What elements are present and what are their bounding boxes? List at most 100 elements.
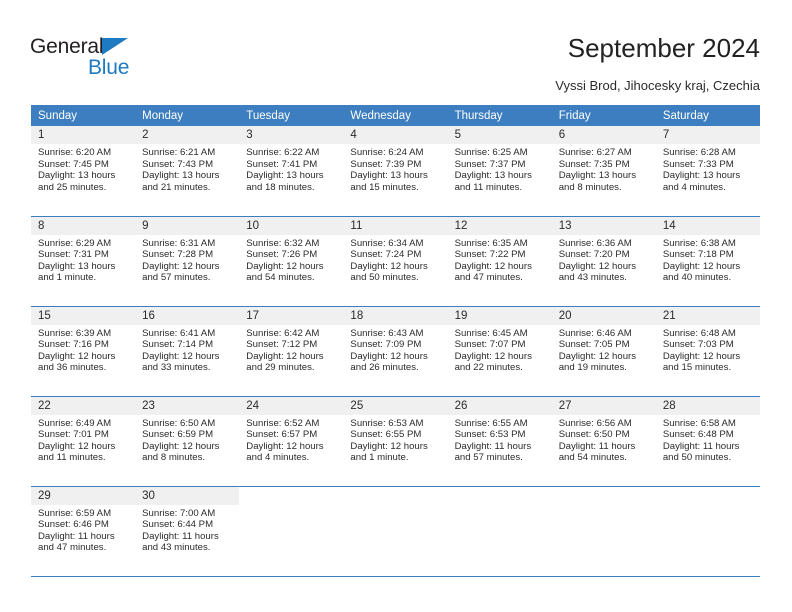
day-details: Sunrise: 6:24 AM Sunset: 7:39 PM Daylight:…: [343, 144, 447, 193]
detail-line-daylight2: and 26 minutes.: [350, 362, 419, 374]
calendar-day-cell[interactable]: 29 Sunrise: 6:59 AM Sunset: 6:46 PM Dayligh…: [31, 486, 136, 577]
calendar-day-cell[interactable]: 17 Sunrise: 6:42 AM Sunset: 7:12 PM Dayligh…: [239, 306, 344, 397]
day-cell-inner: [239, 486, 344, 576]
detail-line-sunrise: Sunrise: 6:32 AM: [246, 237, 320, 249]
day-cell-inner: 13 Sunrise: 6:36 AM Sunset: 7:20 PM Dayligh…: [551, 216, 656, 306]
detail-line-daylight2: and 4 minutes.: [662, 181, 726, 193]
calendar-day-cell[interactable]: 6 Sunrise: 6:27 AM Sunset: 7:35 PM Daylight…: [551, 126, 656, 217]
day-cell-inner: 20 Sunrise: 6:46 AM Sunset: 7:05 PM Dayligh…: [551, 306, 656, 396]
day-details: Sunrise: 6:53 AM Sunset: 6:55 PM Daylight:…: [343, 415, 447, 464]
detail-line-daylight1: Daylight: 13 hours: [454, 170, 532, 182]
calendar-day-cell[interactable]: 21 Sunrise: 6:48 AM Sunset: 7:03 PM Dayligh…: [655, 306, 760, 397]
calendar-day-cell[interactable]: 12 Sunrise: 6:35 AM Sunset: 7:22 PM Dayligh…: [447, 216, 552, 307]
detail-line-daylight1: Daylight: 11 hours: [558, 440, 636, 452]
calendar-day-cell[interactable]: 9 Sunrise: 6:31 AM Sunset: 7:28 PM Daylight…: [135, 216, 240, 307]
detail-line-daylight1: Daylight: 13 hours: [38, 170, 116, 182]
day-number: 22: [31, 396, 136, 415]
calendar-day-cell[interactable]: 10 Sunrise: 6:32 AM Sunset: 7:26 PM Dayligh…: [239, 216, 344, 307]
calendar-day-cell[interactable]: 8 Sunrise: 6:29 AM Sunset: 7:31 PM Daylight…: [31, 216, 136, 307]
detail-line-daylight1: Daylight: 12 hours: [662, 350, 741, 362]
day-cell-inner: 4 Sunrise: 6:24 AM Sunset: 7:39 PM Daylight…: [343, 126, 448, 216]
logo-text-blue: Blue: [88, 56, 130, 79]
detail-line-daylight1: Daylight: 13 hours: [558, 170, 637, 182]
day-number: 7: [655, 126, 760, 144]
day-cell-inner: [447, 486, 552, 576]
calendar-day-cell[interactable]: 15 Sunrise: 6:39 AM Sunset: 7:16 PM Dayligh…: [31, 306, 136, 397]
day-number: [655, 486, 760, 505]
detail-line-sunset: Sunset: 7:24 PM: [350, 249, 422, 261]
detail-line-sunset: Sunset: 7:26 PM: [246, 249, 318, 261]
detail-line-daylight1: Daylight: 12 hours: [454, 260, 532, 272]
calendar-day-cell[interactable]: 20 Sunrise: 6:46 AM Sunset: 7:05 PM Dayligh…: [551, 306, 656, 397]
day-number: 23: [135, 396, 240, 415]
day-number: [343, 486, 448, 505]
calendar-day-cell[interactable]: 7 Sunrise: 6:28 AM Sunset: 7:33 PM Daylight…: [655, 126, 760, 217]
calendar-day-cell[interactable]: 28 Sunrise: 6:58 AM Sunset: 6:48 PM Dayligh…: [655, 396, 760, 487]
day-cell-inner: 5 Sunrise: 6:25 AM Sunset: 7:37 PM Daylight…: [447, 126, 552, 216]
calendar-day-cell[interactable]: 24 Sunrise: 6:52 AM Sunset: 6:57 PM Dayligh…: [239, 396, 344, 487]
calendar-day-cell[interactable]: 2 Sunrise: 6:21 AM Sunset: 7:43 PM Daylight…: [135, 126, 240, 217]
day-details: Sunrise: 6:36 AM Sunset: 7:20 PM Daylight:…: [552, 235, 656, 284]
day-number: 13: [551, 216, 656, 235]
calendar-day-cell[interactable]: 27 Sunrise: 6:56 AM Sunset: 6:50 PM Dayligh…: [551, 396, 656, 487]
day-number: 14: [655, 216, 760, 235]
day-cell-inner: 23 Sunrise: 6:50 AM Sunset: 6:59 PM Dayligh…: [135, 396, 240, 486]
detail-line-daylight1: Daylight: 12 hours: [38, 350, 116, 362]
detail-line-daylight1: Daylight: 12 hours: [246, 260, 324, 272]
day-cell-inner: 16 Sunrise: 6:41 AM Sunset: 7:14 PM Dayligh…: [135, 306, 240, 396]
day-cell-inner: 30 Sunrise: 7:00 AM Sunset: 6:44 PM Dayligh…: [135, 486, 240, 576]
detail-line-daylight1: Daylight: 13 hours: [38, 260, 116, 272]
detail-line-sunrise: Sunrise: 6:22 AM: [246, 147, 320, 158]
detail-line-sunset: Sunset: 7:14 PM: [142, 339, 214, 351]
calendar-day-cell[interactable]: 23 Sunrise: 6:50 AM Sunset: 6:59 PM Dayligh…: [135, 396, 240, 487]
calendar-week-row: 15 Sunrise: 6:39 AM Sunset: 7:16 PM Dayligh…: [31, 306, 760, 397]
day-number: 2: [135, 126, 240, 144]
detail-line-sunrise: Sunrise: 6:53 AM: [350, 417, 424, 429]
detail-line-sunset: Sunset: 7:03 PM: [662, 339, 734, 351]
detail-line-sunset: Sunset: 6:46 PM: [38, 519, 109, 531]
calendar-day-cell[interactable]: 13 Sunrise: 6:36 AM Sunset: 7:20 PM Dayligh…: [551, 216, 656, 307]
detail-line-daylight1: Daylight: 13 hours: [142, 170, 220, 182]
day-cell-inner: 10 Sunrise: 6:32 AM Sunset: 7:26 PM Dayligh…: [239, 216, 344, 306]
detail-line-daylight1: Daylight: 11 hours: [454, 440, 532, 452]
detail-line-sunrise: Sunrise: 6:42 AM: [246, 327, 320, 339]
detail-line-daylight1: Daylight: 12 hours: [246, 350, 324, 362]
detail-line-sunset: Sunset: 7:05 PM: [558, 339, 630, 351]
calendar-day-cell[interactable]: 4 Sunrise: 6:24 AM Sunset: 7:39 PM Daylight…: [343, 126, 448, 217]
calendar-day-cell[interactable]: 19 Sunrise: 6:45 AM Sunset: 7:07 PM Dayligh…: [447, 306, 552, 397]
calendar-day-cell[interactable]: 1 Sunrise: 6:20 AM Sunset: 7:45 PM Daylight…: [31, 126, 136, 217]
detail-line-sunset: Sunset: 7:35 PM: [558, 158, 630, 170]
day-details: Sunrise: 6:25 AM Sunset: 7:37 PM Daylight:…: [448, 144, 552, 193]
day-cell-inner: 3 Sunrise: 6:22 AM Sunset: 7:41 PM Daylight…: [239, 126, 344, 216]
detail-line-sunset: Sunset: 6:44 PM: [142, 519, 214, 531]
calendar-day-cell[interactable]: 14 Sunrise: 6:38 AM Sunset: 7:18 PM Dayligh…: [655, 216, 760, 307]
calendar-day-cell[interactable]: 3 Sunrise: 6:22 AM Sunset: 7:41 PM Daylight…: [239, 126, 344, 217]
day-details: Sunrise: 6:27 AM Sunset: 7:35 PM Daylight:…: [552, 144, 656, 193]
day-details: Sunrise: 6:22 AM Sunset: 7:41 PM Daylight:…: [239, 144, 343, 193]
day-details: Sunrise: 6:49 AM Sunset: 7:01 PM Daylight:…: [31, 415, 135, 464]
detail-line-sunset: Sunset: 7:43 PM: [142, 158, 214, 170]
calendar-day-cell[interactable]: 25 Sunrise: 6:53 AM Sunset: 6:55 PM Dayligh…: [343, 396, 448, 487]
calendar-week-row: 29 Sunrise: 6:59 AM Sunset: 6:46 PM Dayligh…: [31, 486, 760, 577]
detail-line-sunrise: Sunrise: 6:31 AM: [142, 237, 216, 249]
day-number: 11: [343, 216, 448, 235]
day-details: Sunrise: 6:41 AM Sunset: 7:14 PM Daylight:…: [135, 325, 239, 374]
detail-line-sunrise: Sunrise: 6:34 AM: [350, 237, 424, 249]
detail-line-sunset: Sunset: 7:28 PM: [142, 249, 214, 261]
calendar-day-cell[interactable]: 5 Sunrise: 6:25 AM Sunset: 7:37 PM Daylight…: [447, 126, 552, 217]
day-cell-inner: 1 Sunrise: 6:20 AM Sunset: 7:45 PM Daylight…: [31, 126, 136, 216]
weekday-header-saturday: Saturday: [655, 105, 760, 126]
calendar-day-cell[interactable]: 30 Sunrise: 7:00 AM Sunset: 6:44 PM Dayligh…: [135, 486, 240, 577]
calendar-day-cell[interactable]: 16 Sunrise: 6:41 AM Sunset: 7:14 PM Dayligh…: [135, 306, 240, 397]
calendar-day-cell[interactable]: 22 Sunrise: 6:49 AM Sunset: 7:01 PM Dayligh…: [31, 396, 136, 487]
detail-line-daylight1: Daylight: 13 hours: [662, 170, 741, 182]
detail-line-daylight2: and 57 minutes.: [142, 272, 211, 284]
detail-line-sunrise: Sunrise: 6:29 AM: [38, 237, 112, 249]
day-details: Sunrise: 6:55 AM Sunset: 6:53 PM Daylight:…: [448, 415, 552, 464]
detail-line-daylight1: Daylight: 12 hours: [142, 260, 220, 272]
calendar-day-cell[interactable]: 18 Sunrise: 6:43 AM Sunset: 7:09 PM Dayligh…: [343, 306, 448, 397]
calendar-day-cell[interactable]: 26 Sunrise: 6:55 AM Sunset: 6:53 PM Dayligh…: [447, 396, 552, 487]
detail-line-sunrise: Sunrise: 7:00 AM: [142, 507, 216, 519]
calendar-day-cell[interactable]: 11 Sunrise: 6:34 AM Sunset: 7:24 PM Dayligh…: [343, 216, 448, 307]
detail-line-daylight2: and 50 minutes.: [350, 272, 419, 284]
